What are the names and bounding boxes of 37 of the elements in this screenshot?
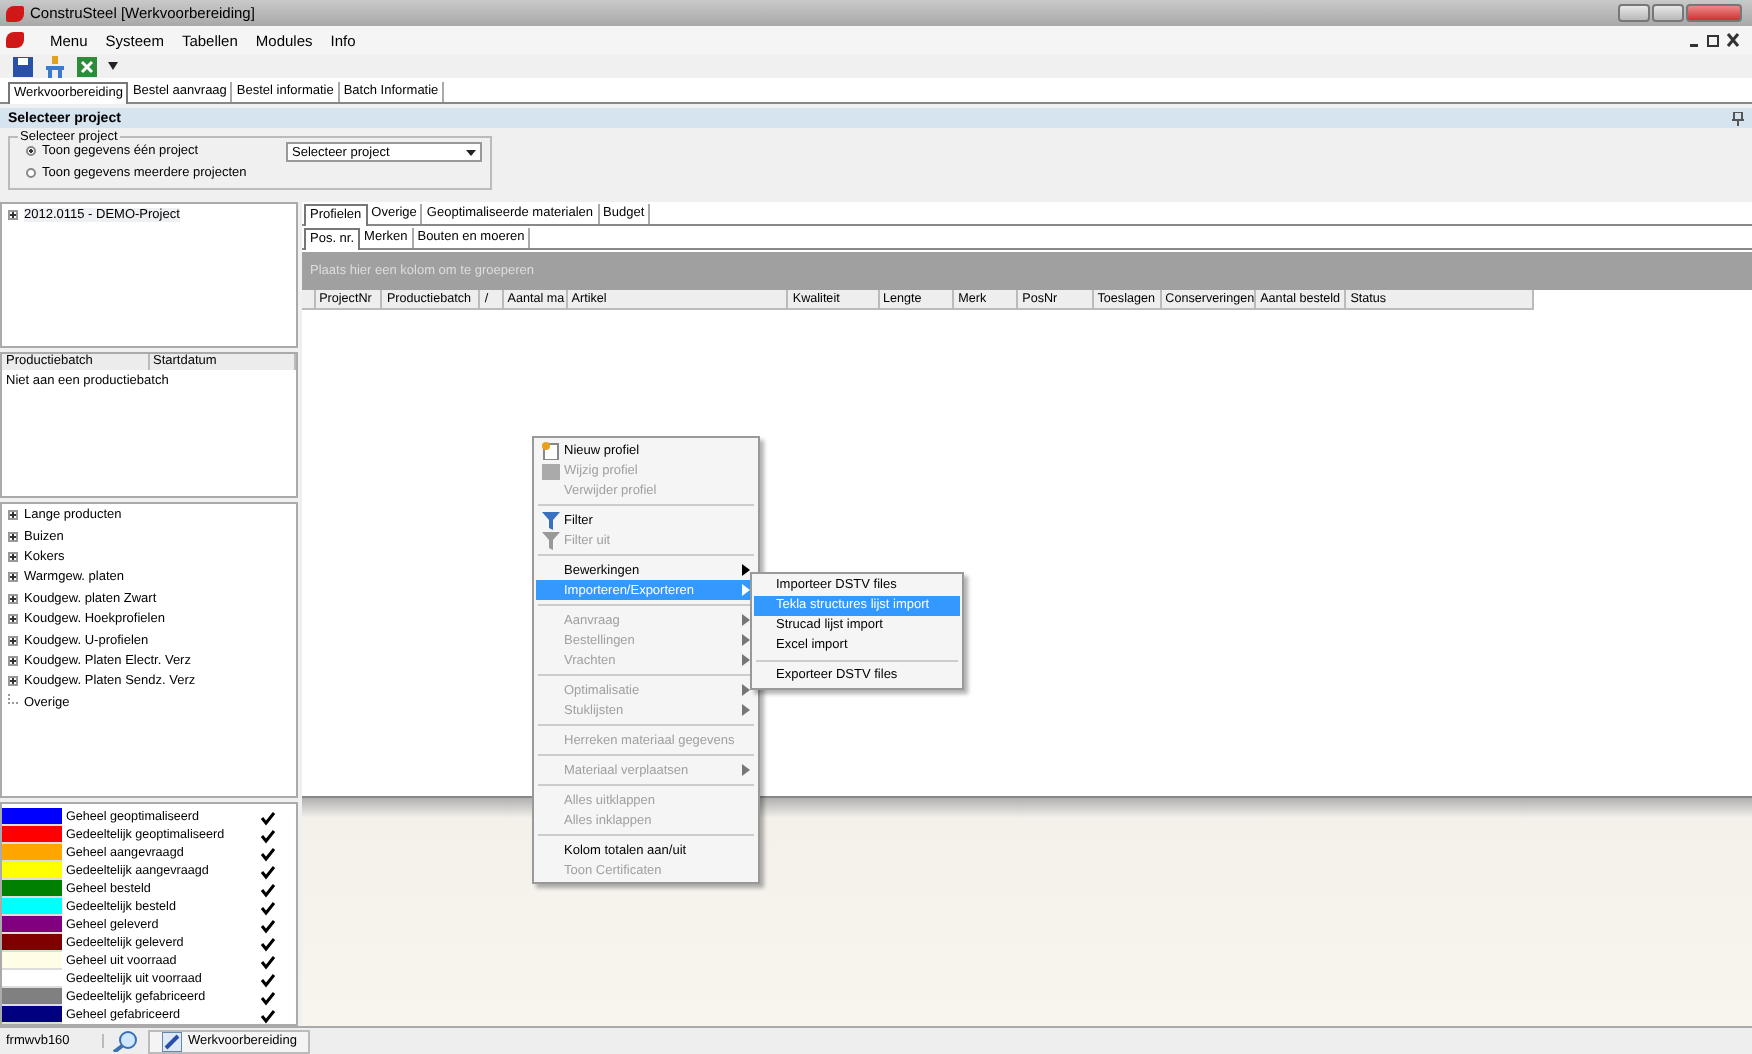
checkbox[interactable] [260, 845, 276, 861]
checkbox[interactable] [260, 1007, 276, 1023]
pin-icon[interactable] [1732, 111, 1744, 125]
search-icon[interactable] [112, 1030, 140, 1052]
minimize-button[interactable] [1618, 4, 1650, 22]
checkbox[interactable] [260, 989, 276, 1005]
dropdown-arrow-icon [466, 149, 476, 155]
checkbox[interactable] [260, 899, 276, 915]
checkbox[interactable] [260, 917, 276, 933]
save-icon[interactable] [12, 55, 34, 77]
expand-icon[interactable] [8, 676, 18, 687]
window-controls-icon[interactable] [1688, 32, 1740, 48]
radio-button[interactable] [26, 146, 36, 156]
checkbox[interactable] [260, 809, 276, 825]
checkbox[interactable] [260, 863, 276, 879]
expand-icon[interactable] [8, 593, 18, 604]
expand-icon[interactable] [8, 614, 18, 625]
dropdown-arrow-icon[interactable] [108, 62, 118, 70]
expand-icon[interactable] [8, 510, 18, 521]
checkbox[interactable] [260, 827, 276, 843]
grid-icon [541, 461, 559, 479]
expand-icon[interactable] [8, 572, 18, 583]
expand-icon[interactable] [8, 209, 18, 220]
tools-icon [162, 1031, 182, 1051]
spreadsheet-icon[interactable] [76, 55, 98, 77]
expand-icon[interactable] [8, 635, 18, 646]
expand-icon[interactable] [8, 655, 18, 666]
new-document-icon [541, 441, 559, 459]
maximize-button[interactable] [1652, 4, 1684, 22]
checkbox[interactable] [260, 881, 276, 897]
radio-button[interactable] [26, 168, 36, 178]
checkbox[interactable] [260, 935, 276, 951]
checkbox[interactable] [260, 953, 276, 969]
expand-icon[interactable] [8, 552, 18, 562]
structure-icon[interactable] [44, 55, 66, 77]
expand-icon[interactable] [8, 531, 18, 542]
checkbox[interactable] [260, 971, 276, 987]
